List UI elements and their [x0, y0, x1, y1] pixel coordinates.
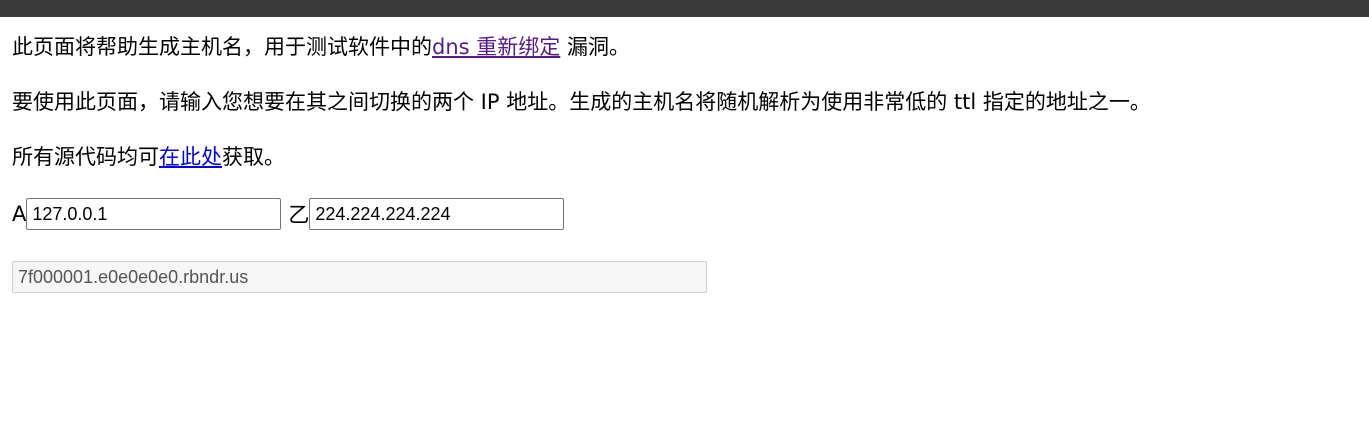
source-suffix: 获取。 — [222, 145, 285, 169]
intro-suffix: 漏洞。 — [560, 35, 630, 59]
source-code-link[interactable]: 在此处 — [159, 145, 222, 169]
source-paragraph: 所有源代码均可在此处获取。 — [12, 143, 285, 171]
ip-b-input[interactable] — [309, 198, 565, 230]
generated-hostname-field[interactable] — [12, 261, 707, 293]
usage-paragraph: 要使用此页面，请输入您想要在其之间切换的两个 IP 地址。生成的主机名将随机解析… — [12, 90, 1151, 114]
intro-prefix: 此页面将帮助生成主机名，用于测试软件中的 — [12, 35, 432, 59]
source-prefix: 所有源代码均可 — [12, 145, 159, 169]
browser-top-bar — [0, 0, 1369, 17]
ip-input-row: A 乙 — [12, 198, 565, 230]
ip-a-label: A — [12, 202, 27, 226]
dns-rebinding-link[interactable]: dns 重新绑定 — [432, 35, 560, 59]
ip-a-input[interactable] — [26, 198, 282, 230]
ip-b-label: 乙 — [288, 203, 310, 227]
intro-paragraph: 此页面将帮助生成主机名，用于测试软件中的dns 重新绑定 漏洞。 — [12, 33, 630, 61]
